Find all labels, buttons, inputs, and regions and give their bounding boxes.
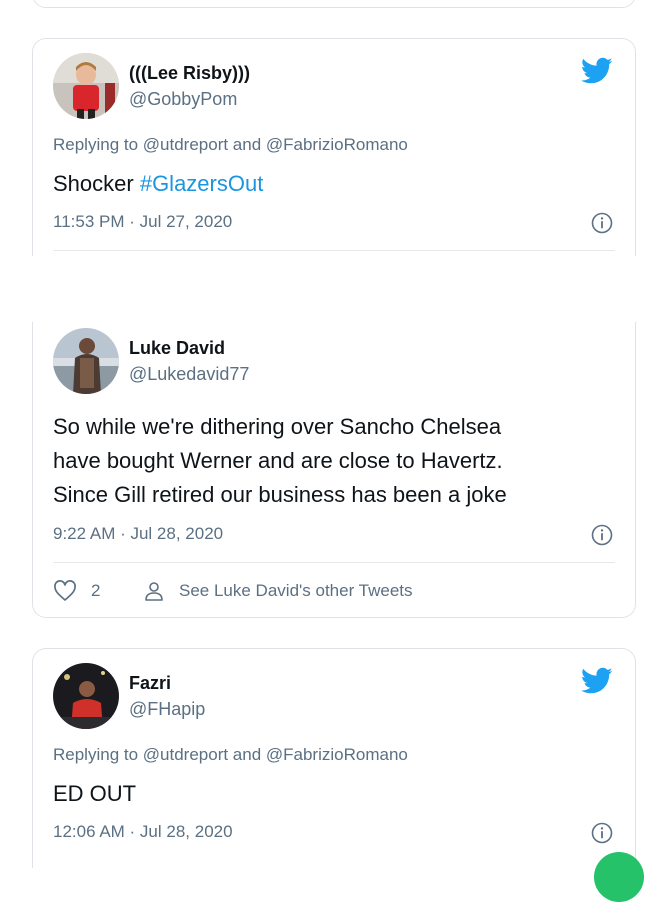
- tweet-card[interactable]: (((Lee Risby))) @GobbyPom Replying to @u…: [32, 38, 636, 256]
- twitter-bird-icon[interactable]: [581, 57, 613, 85]
- person-icon: [143, 580, 165, 602]
- like-button[interactable]: 2: [53, 580, 100, 602]
- info-icon[interactable]: [591, 524, 613, 546]
- display-name[interactable]: Luke David: [129, 338, 225, 359]
- other-tweets-label: See Luke David's other Tweets: [179, 581, 413, 600]
- tweet-card[interactable]: Fazri @FHapip Replying to @utdreport and…: [32, 648, 636, 868]
- other-tweets-link[interactable]: See Luke David's other Tweets: [143, 580, 413, 602]
- info-icon[interactable]: [591, 822, 613, 844]
- tweet-text: So while we're dithering over Sancho Che…: [53, 410, 623, 512]
- twitter-bird-icon[interactable]: [581, 667, 613, 695]
- tweet-timestamp[interactable]: 12:06 AM · Jul 28, 2020: [53, 822, 233, 842]
- avatar[interactable]: [53, 53, 119, 119]
- info-icon[interactable]: [591, 212, 613, 234]
- user-handle[interactable]: @FHapip: [129, 699, 205, 720]
- hashtag-link[interactable]: #GlazersOut: [140, 171, 264, 196]
- user-handle[interactable]: @GobbyPom: [129, 89, 237, 110]
- tweet-timestamp[interactable]: 9:22 AM · Jul 28, 2020: [53, 524, 223, 544]
- user-handle[interactable]: @Lukedavid77: [129, 364, 249, 385]
- tweet-text-plain: Shocker: [53, 171, 140, 196]
- replying-to[interactable]: Replying to @utdreport and @FabrizioRoma…: [53, 745, 408, 765]
- replying-to[interactable]: Replying to @utdreport and @FabrizioRoma…: [53, 135, 408, 155]
- tweet-text: ED OUT: [53, 781, 137, 806]
- like-count: 2: [91, 581, 101, 600]
- avatar[interactable]: [53, 328, 119, 394]
- tweet-text-line: Since Gill retired our business has been…: [53, 482, 507, 507]
- tweet-text: Shocker #GlazersOut: [53, 167, 623, 201]
- divider: [53, 562, 615, 563]
- tweet-timestamp[interactable]: 11:53 PM · Jul 27, 2020: [53, 212, 232, 232]
- display-name[interactable]: (((Lee Risby))): [129, 63, 250, 84]
- heart-icon: [53, 580, 77, 602]
- tweet-text-line: have bought Werner and are close to Have…: [53, 448, 503, 473]
- display-name[interactable]: Fazri: [129, 673, 171, 694]
- previous-tweet-card: [32, 0, 636, 8]
- avatar[interactable]: [53, 663, 119, 729]
- tweet-card[interactable]: Luke David @Lukedavid77 So while we're d…: [32, 322, 636, 618]
- tweet-text-line: So while we're dithering over Sancho Che…: [53, 414, 502, 439]
- divider: [53, 250, 615, 251]
